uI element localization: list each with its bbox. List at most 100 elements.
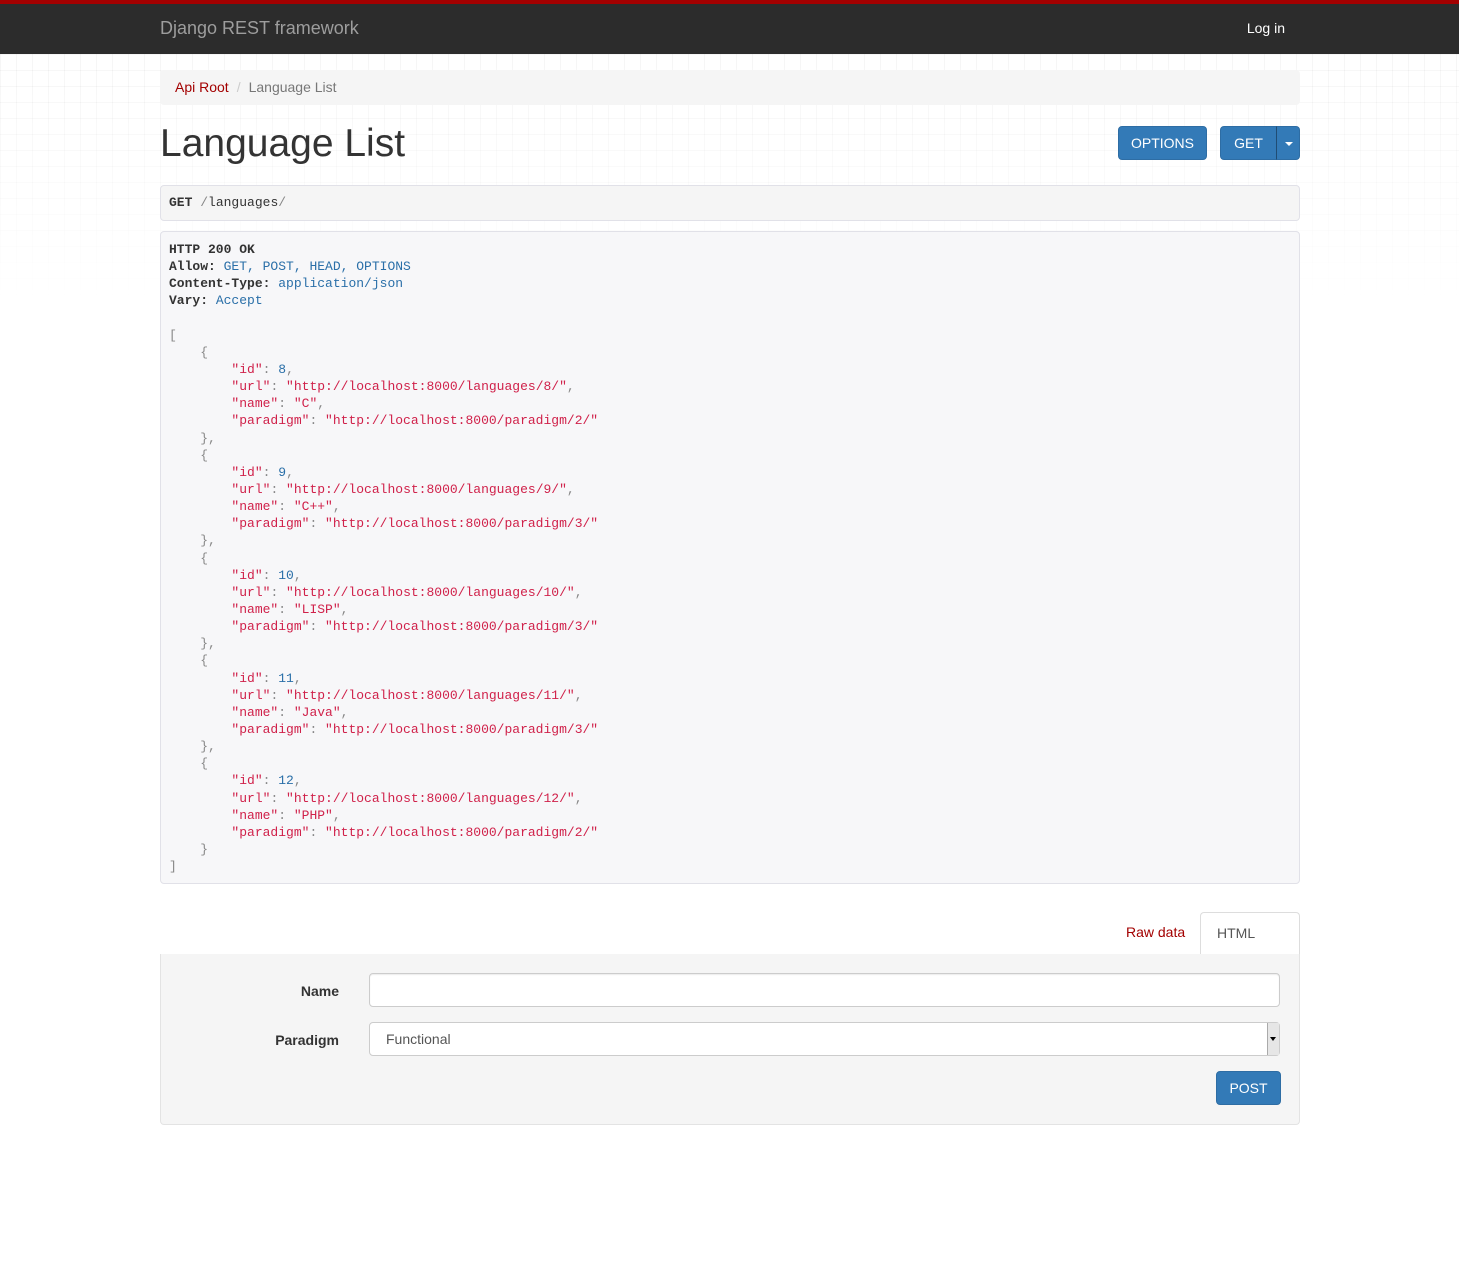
json-key: "name" <box>231 807 279 823</box>
json-value: "http://localhost:8000/paradigm/3/" <box>325 721 599 737</box>
request-method: GET <box>169 195 193 210</box>
json-key: "url" <box>231 481 271 497</box>
json-key: "paradigm" <box>231 516 310 532</box>
name-label: Name <box>300 983 339 999</box>
json-key: "url" <box>231 584 271 600</box>
json-field-line: "name": "C++", <box>231 499 341 515</box>
json-value: "http://localhost:8000/paradigm/3/" <box>325 619 599 635</box>
json-field-line: "id": 11, <box>231 670 302 686</box>
json-open-bracket: [ <box>169 327 177 343</box>
json-value: "http://localhost:8000/languages/12/" <box>286 790 575 806</box>
get-button[interactable]: GET <box>1220 126 1277 160</box>
json-field-line: "url": "http://localhost:8000/languages/… <box>231 687 583 703</box>
json-key: "paradigm" <box>231 413 310 429</box>
tab-raw-data[interactable]: Raw data <box>1110 912 1201 954</box>
breadcrumb: Api Root / Language List <box>160 70 1300 105</box>
json-field-line: "url": "http://localhost:8000/languages/… <box>231 584 583 600</box>
json-value: "http://localhost:8000/languages/11/" <box>286 687 575 703</box>
json-value: "C++" <box>293 499 333 515</box>
json-close-bracket: ] <box>169 859 177 875</box>
json-key: "url" <box>231 379 271 395</box>
json-field-line: "name": "PHP", <box>231 807 341 823</box>
json-field-line: "url": "http://localhost:8000/languages/… <box>231 379 575 395</box>
post-button[interactable]: POST <box>1216 1071 1281 1105</box>
json-object-open: { <box>200 653 209 669</box>
json-key: "name" <box>231 704 279 720</box>
json-key: "id" <box>231 464 263 480</box>
json-object-open: { <box>200 756 209 772</box>
header-key: Vary: <box>169 293 209 309</box>
json-object-close: } <box>200 841 209 857</box>
options-button[interactable]: OPTIONS <box>1118 126 1207 160</box>
json-value: 9 <box>278 464 287 480</box>
json-field-line: "paradigm": "http://localhost:8000/parad… <box>231 824 599 840</box>
json-value: 12 <box>278 773 294 789</box>
json-object-open: { <box>200 344 209 360</box>
json-field-line: "paradigm": "http://localhost:8000/parad… <box>231 619 599 635</box>
navbar: Django REST framework Log in <box>0 0 1459 54</box>
json-value: "http://localhost:8000/languages/9/" <box>286 481 567 497</box>
json-value: "http://localhost:8000/paradigm/2/" <box>325 413 599 429</box>
json-field-line: "name": "C", <box>231 396 326 412</box>
json-value: "C" <box>293 396 318 412</box>
json-field-line: "paradigm": "http://localhost:8000/parad… <box>231 516 599 532</box>
caret-down-icon <box>1285 142 1293 146</box>
header-key: Content-Type: <box>169 276 271 292</box>
json-field-line: "id": 12, <box>231 773 302 789</box>
json-key: "paradigm" <box>231 824 310 840</box>
name-input[interactable] <box>369 973 1280 1007</box>
page-title: Language List <box>160 122 406 165</box>
json-value: 10 <box>278 567 294 583</box>
json-value: 11 <box>278 670 294 686</box>
json-key: "name" <box>231 601 279 617</box>
form-tabs: Raw data HTML form <box>160 912 1300 981</box>
json-value: "Java" <box>293 704 341 720</box>
json-value: "http://localhost:8000/languages/10/" <box>286 584 575 600</box>
header-value: GET, POST, HEAD, OPTIONS <box>223 259 411 275</box>
response-status: HTTP 200 OK <box>169 242 255 257</box>
login-link[interactable]: Log in <box>1247 20 1285 36</box>
breadcrumb-separator: / <box>236 79 241 95</box>
json-object-close: }, <box>200 430 216 446</box>
request-path: languages <box>208 195 279 210</box>
paradigm-selected-value: Functional <box>386 1031 451 1047</box>
brand-link[interactable]: Django REST framework <box>160 18 359 39</box>
get-format-dropdown-toggle[interactable] <box>1276 126 1300 160</box>
dropdown-arrow-icon[interactable] <box>1267 1023 1279 1055</box>
breadcrumb-api-root[interactable]: Api Root <box>175 79 229 95</box>
json-key: "name" <box>231 396 279 412</box>
json-key: "id" <box>231 773 263 789</box>
breadcrumb-current: Language List <box>248 79 337 95</box>
json-field-line: "paradigm": "http://localhost:8000/parad… <box>231 721 599 737</box>
header-value: Accept <box>215 293 263 309</box>
json-key: "id" <box>231 567 263 583</box>
json-value: "http://localhost:8000/paradigm/3/" <box>325 516 599 532</box>
json-key: "paradigm" <box>231 721 310 737</box>
html-form: Name Paradigm Functional POST <box>160 954 1300 1125</box>
header-key: Allow: <box>169 259 216 275</box>
json-value: "LISP" <box>293 601 341 617</box>
paradigm-label: Paradigm <box>275 1032 339 1048</box>
json-object-open: { <box>200 447 209 463</box>
json-key: "url" <box>231 790 271 806</box>
json-body: { "id": 8, "url": "http://localhost:8000… <box>169 344 1291 858</box>
request-info: GET /languages/ <box>160 185 1300 221</box>
json-object-close: }, <box>200 636 216 652</box>
json-field-line: "name": "Java", <box>231 704 349 720</box>
json-field-line: "id": 8, <box>231 361 294 377</box>
json-object-open: { <box>200 550 209 566</box>
json-field-line: "url": "http://localhost:8000/languages/… <box>231 481 575 497</box>
json-value: "http://localhost:8000/paradigm/2/" <box>325 824 599 840</box>
json-object-close: }, <box>200 533 216 549</box>
header-value: application/json <box>278 276 404 292</box>
json-field-line: "id": 9, <box>231 464 294 480</box>
tab-html-form[interactable]: HTML form <box>1200 912 1300 981</box>
json-key: "url" <box>231 687 271 703</box>
json-field-line: "url": "http://localhost:8000/languages/… <box>231 790 583 806</box>
json-key: "id" <box>231 670 263 686</box>
json-key: "paradigm" <box>231 619 310 635</box>
json-field-line: "paradigm": "http://localhost:8000/parad… <box>231 413 599 429</box>
json-key: "id" <box>231 361 263 377</box>
response-info: HTTP 200 OK Allow: GET, POST, HEAD, OPTI… <box>160 231 1300 884</box>
paradigm-select[interactable]: Functional <box>369 1022 1280 1056</box>
